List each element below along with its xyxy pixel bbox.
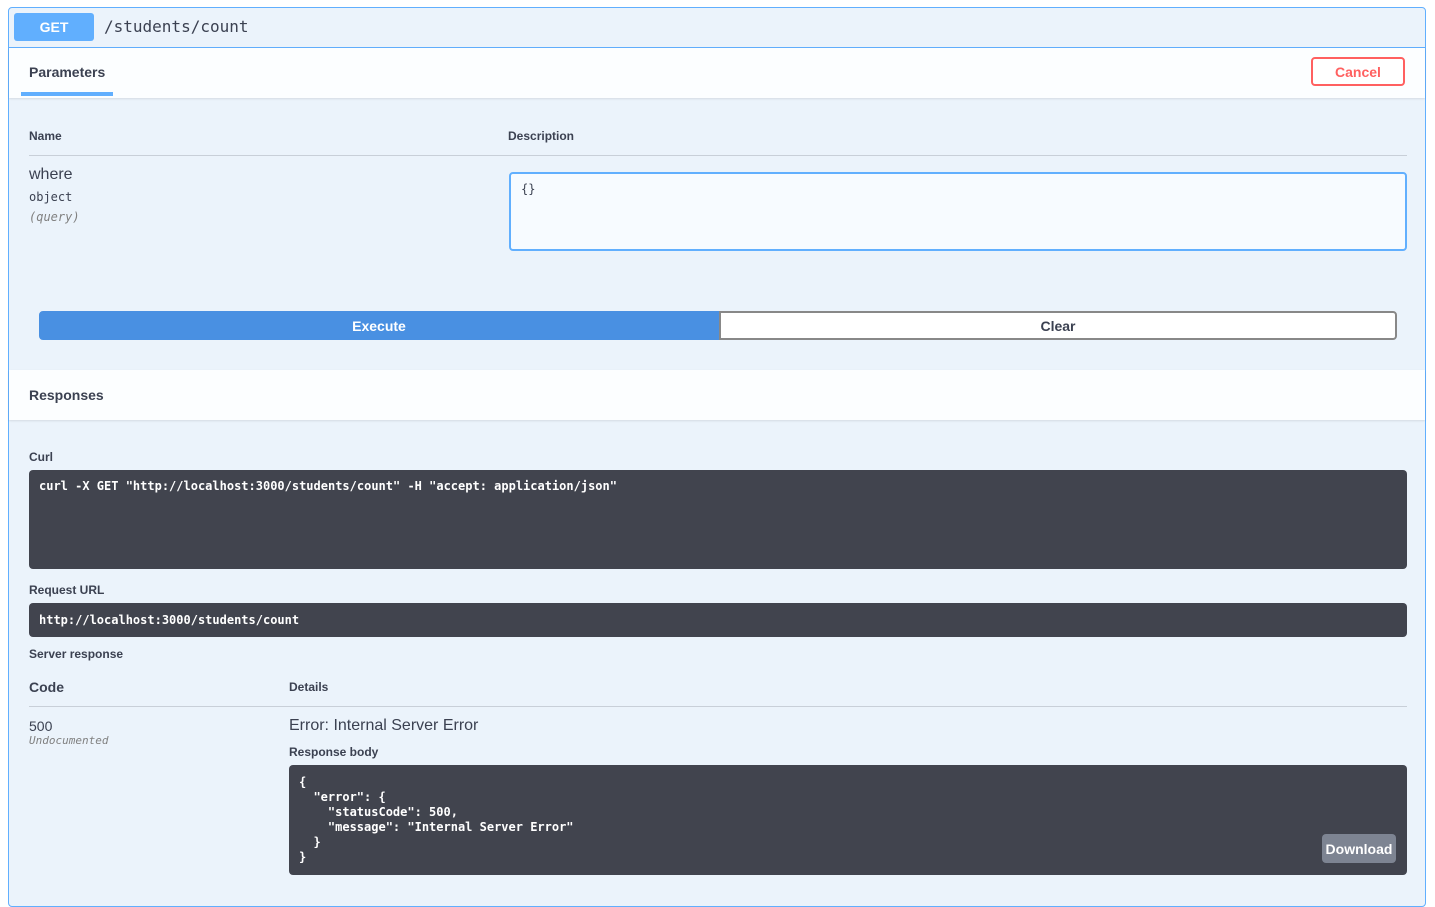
response-body-label: Response body — [289, 745, 379, 759]
name-column-header: Name — [29, 129, 62, 143]
param-type: object — [29, 190, 73, 204]
parameters-tab-header: Parameters Cancel — [9, 48, 1425, 98]
details-column-header: Details — [289, 680, 329, 694]
request-url[interactable]: http://localhost:3000/students/count — [29, 603, 1407, 637]
responses-header: Responses — [9, 370, 1425, 420]
clear-button[interactable]: Clear — [719, 311, 1397, 340]
status-code: 500 — [29, 718, 53, 734]
cancel-button[interactable]: Cancel — [1311, 57, 1405, 86]
response-body[interactable]: { "error": { "statusCode": 500, "message… — [289, 765, 1407, 875]
operation-path: /students/count — [104, 17, 249, 36]
responses-title: Responses — [29, 387, 104, 403]
param-name: where — [29, 166, 73, 183]
description-column-header: Description — [508, 129, 575, 143]
curl-label: Curl — [29, 450, 53, 464]
operation-block: GET /students/count Parameters Cancel Na… — [8, 7, 1426, 907]
download-button[interactable]: Download — [1322, 834, 1396, 863]
error-title: Error: Internal Server Error — [289, 717, 479, 734]
curl-command[interactable]: curl -X GET "http://localhost:3000/stude… — [29, 470, 1407, 569]
response-header-divider — [29, 706, 1407, 707]
status-note: Undocumented — [29, 734, 109, 747]
code-column-header: Code — [29, 679, 64, 695]
param-location: (query) — [29, 210, 80, 224]
tab-parameters[interactable]: Parameters — [29, 64, 105, 80]
server-response-label: Server response — [29, 647, 124, 661]
tab-active-indicator — [21, 92, 113, 96]
method-badge: GET — [14, 13, 94, 41]
operation-summary[interactable]: GET /students/count — [9, 8, 1425, 48]
header-divider — [29, 155, 1407, 156]
request-url-label: Request URL — [29, 583, 105, 597]
execute-button[interactable]: Execute — [39, 311, 719, 340]
where-param-input[interactable]: {} — [509, 172, 1407, 251]
